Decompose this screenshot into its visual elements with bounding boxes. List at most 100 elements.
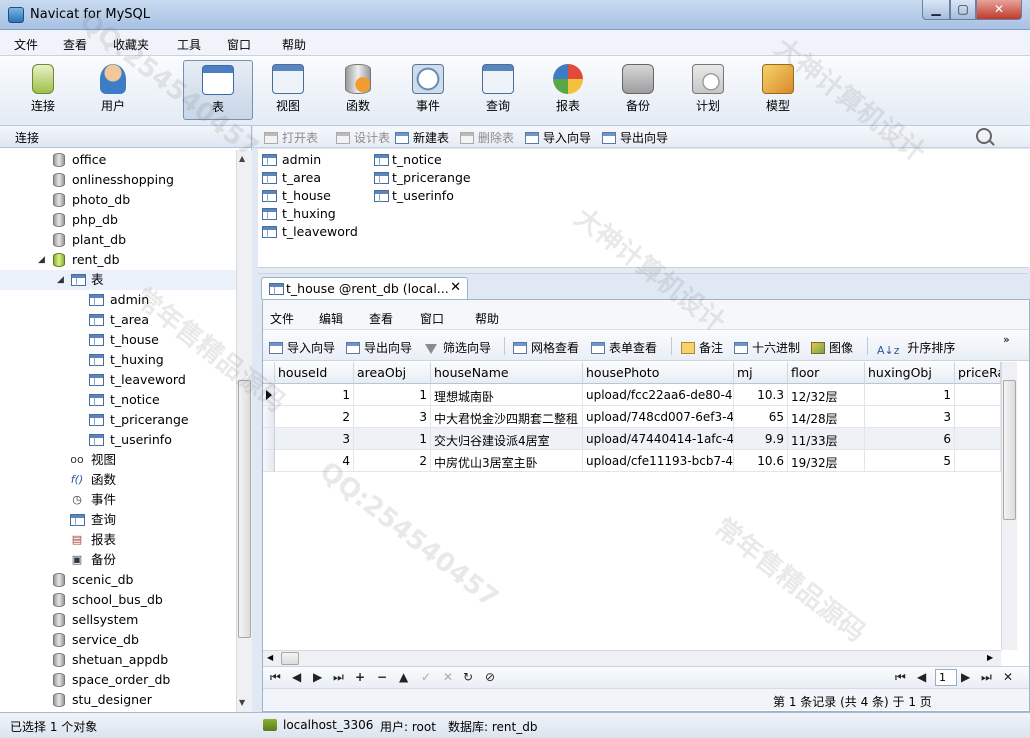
grid-cell[interactable]: 6 bbox=[865, 428, 955, 450]
object-table-t_pricerange[interactable]: t_pricerange bbox=[374, 170, 471, 185]
column-header-houseName[interactable]: houseName bbox=[431, 362, 583, 384]
first-page-icon[interactable]: ⏮ bbox=[895, 670, 906, 685]
grid-cell[interactable]: 12/32层 bbox=[788, 384, 865, 406]
tree-db-school_bus_db[interactable]: school_bus_db bbox=[0, 590, 236, 610]
grid-cell[interactable] bbox=[955, 384, 1001, 406]
inner-menu-view[interactable]: 查看 bbox=[369, 310, 393, 327]
object-table-t_userinfo[interactable]: t_userinfo bbox=[374, 188, 454, 203]
previous-page-icon[interactable]: ◀ bbox=[917, 670, 926, 684]
tree-table-t_notice[interactable]: t_notice bbox=[0, 390, 236, 410]
export-wizard-button[interactable]: 导出向导 bbox=[346, 339, 412, 356]
inner-menu-file[interactable]: 文件 bbox=[270, 310, 294, 327]
grid-cell[interactable]: 10.3 bbox=[734, 384, 788, 406]
maximize-button[interactable]: ▢ bbox=[950, 0, 976, 20]
toolbar-model-button[interactable]: 模型 bbox=[745, 60, 811, 120]
grid-cell[interactable]: upload/47440414-1afc-4e bbox=[583, 428, 734, 450]
row-header[interactable] bbox=[263, 384, 275, 406]
tree-db-space_order_db[interactable]: space_order_db bbox=[0, 670, 236, 690]
grid-cell[interactable]: 3 bbox=[275, 428, 354, 450]
grid-cell[interactable]: upload/cfe11193-bcb7-4e bbox=[583, 450, 734, 472]
scroll-left-arrow-icon[interactable]: ◀ bbox=[267, 653, 273, 662]
filter-wizard-button[interactable]: 筛选向导 bbox=[425, 339, 491, 356]
column-header-houseId[interactable]: houseId bbox=[275, 362, 354, 384]
tree-queries-node[interactable]: 查询 bbox=[0, 510, 236, 530]
grid-cell[interactable]: 9.9 bbox=[734, 428, 788, 450]
column-header-huxingObj[interactable]: huxingObj bbox=[865, 362, 955, 384]
scrollbar-thumb[interactable] bbox=[238, 380, 251, 638]
tree-db-rent_db[interactable]: ◢ rent_db bbox=[0, 250, 236, 270]
toolbar-query-button[interactable]: 查询 bbox=[465, 60, 531, 120]
grid-cell[interactable]: 3 bbox=[354, 406, 431, 428]
column-header-priceRange[interactable]: priceRa bbox=[955, 362, 1001, 384]
tree-table-t_huxing[interactable]: t_huxing bbox=[0, 350, 236, 370]
settings-wrench-icon[interactable]: ✕ bbox=[1003, 670, 1013, 684]
page-number-input[interactable]: 1 bbox=[935, 669, 957, 686]
scroll-up-arrow-icon[interactable]: ▲ bbox=[239, 154, 245, 163]
last-record-icon[interactable]: ⏭ bbox=[333, 670, 344, 685]
tree-vertical-scrollbar[interactable]: ▲ ▼ bbox=[236, 150, 252, 712]
import-wizard-button[interactable]: 导入向导 bbox=[525, 129, 591, 146]
previous-record-icon[interactable]: ◀ bbox=[292, 670, 301, 684]
grid-cell[interactable]: upload/748cd007-6ef3-4e bbox=[583, 406, 734, 428]
tree-table-t_area[interactable]: t_area bbox=[0, 310, 236, 330]
toolbar-backup-button[interactable]: 备份 bbox=[605, 60, 671, 120]
tree-table-t_leaveword[interactable]: t_leaveword bbox=[0, 370, 236, 390]
grid-cell[interactable]: 1 bbox=[354, 384, 431, 406]
form-view-button[interactable]: 表单查看 bbox=[591, 339, 657, 356]
new-table-button[interactable]: 新建表 bbox=[395, 129, 449, 146]
object-table-t_house[interactable]: t_house bbox=[262, 188, 331, 203]
refresh-icon[interactable]: ↻ bbox=[463, 670, 473, 684]
grid-cell[interactable]: 3 bbox=[865, 406, 955, 428]
grid-cell[interactable] bbox=[955, 450, 1001, 472]
toolbar-view-button[interactable]: 视图 bbox=[255, 60, 321, 120]
tree-db-office[interactable]: office bbox=[0, 150, 236, 170]
sort-ascending-button[interactable]: A↓z 升序排序 bbox=[877, 339, 955, 357]
grid-cell[interactable]: 14/28层 bbox=[788, 406, 865, 428]
menu-help[interactable]: 帮助 bbox=[282, 36, 306, 53]
menu-file[interactable]: 文件 bbox=[14, 36, 38, 53]
grid-cell[interactable]: 11/33层 bbox=[788, 428, 865, 450]
object-table-t_leaveword[interactable]: t_leaveword bbox=[262, 224, 358, 239]
grid-cell[interactable]: 交大归谷建设派4居室 bbox=[431, 428, 583, 450]
grid-cell[interactable]: 1 bbox=[275, 384, 354, 406]
toolbar-user-button[interactable]: 用户 bbox=[80, 60, 146, 120]
import-wizard-button[interactable]: 导入向导 bbox=[269, 339, 335, 356]
close-tab-icon[interactable]: ✕ bbox=[450, 280, 461, 295]
close-button[interactable]: ✕ bbox=[976, 0, 1022, 20]
toolbar-schedule-button[interactable]: 计划 bbox=[675, 60, 741, 120]
object-table-t_huxing[interactable]: t_huxing bbox=[262, 206, 336, 221]
collapse-arrow-icon[interactable]: ◢ bbox=[38, 250, 45, 270]
tree-db-stu_designer[interactable]: stu_designer bbox=[0, 690, 236, 710]
minimize-button[interactable]: ▁ bbox=[922, 0, 950, 20]
grid-cell[interactable]: upload/fcc22aa6-de80-4c bbox=[583, 384, 734, 406]
scroll-right-arrow-icon[interactable]: ▶ bbox=[987, 653, 993, 662]
grid-cell[interactable]: 65 bbox=[734, 406, 788, 428]
tree-backups-node[interactable]: ▣ 备份 bbox=[0, 550, 236, 570]
menu-window[interactable]: 窗口 bbox=[227, 36, 251, 53]
object-table-t_notice[interactable]: t_notice bbox=[374, 152, 442, 167]
toolbar-connect-button[interactable]: 连接 bbox=[10, 60, 76, 120]
tree-db-onlinesshopping[interactable]: onlinesshopping bbox=[0, 170, 236, 190]
tree-table-admin[interactable]: admin bbox=[0, 290, 236, 310]
apply-changes-icon[interactable]: ✓ bbox=[421, 670, 431, 684]
grid-cell[interactable]: 2 bbox=[354, 450, 431, 472]
search-icon[interactable] bbox=[976, 128, 992, 144]
row-header[interactable] bbox=[263, 428, 275, 450]
scrollbar-thumb[interactable] bbox=[1003, 380, 1016, 520]
tree-db-scenic_db[interactable]: scenic_db bbox=[0, 570, 236, 590]
last-page-icon[interactable]: ⏭ bbox=[981, 670, 992, 685]
tree-table-t_house[interactable]: t_house bbox=[0, 330, 236, 350]
grid-view-button[interactable]: 网格查看 bbox=[513, 339, 579, 356]
collapse-arrow-icon[interactable]: ◢ bbox=[57, 270, 64, 290]
scroll-down-arrow-icon[interactable]: ▼ bbox=[239, 698, 245, 707]
scrollbar-thumb[interactable] bbox=[281, 652, 299, 665]
grid-cell[interactable]: 1 bbox=[354, 428, 431, 450]
grid-horizontal-scrollbar[interactable]: ◀ ▶ bbox=[263, 650, 1001, 666]
delete-table-button[interactable]: 删除表 bbox=[460, 129, 514, 146]
hex-button[interactable]: 十六进制 bbox=[734, 339, 800, 356]
next-record-icon[interactable]: ▶ bbox=[313, 670, 322, 684]
edit-record-icon[interactable]: ▲ bbox=[399, 670, 408, 684]
grid-cell[interactable]: 1 bbox=[865, 384, 955, 406]
grid-cell[interactable]: 10.6 bbox=[734, 450, 788, 472]
stop-icon[interactable]: ⊘ bbox=[485, 670, 495, 684]
